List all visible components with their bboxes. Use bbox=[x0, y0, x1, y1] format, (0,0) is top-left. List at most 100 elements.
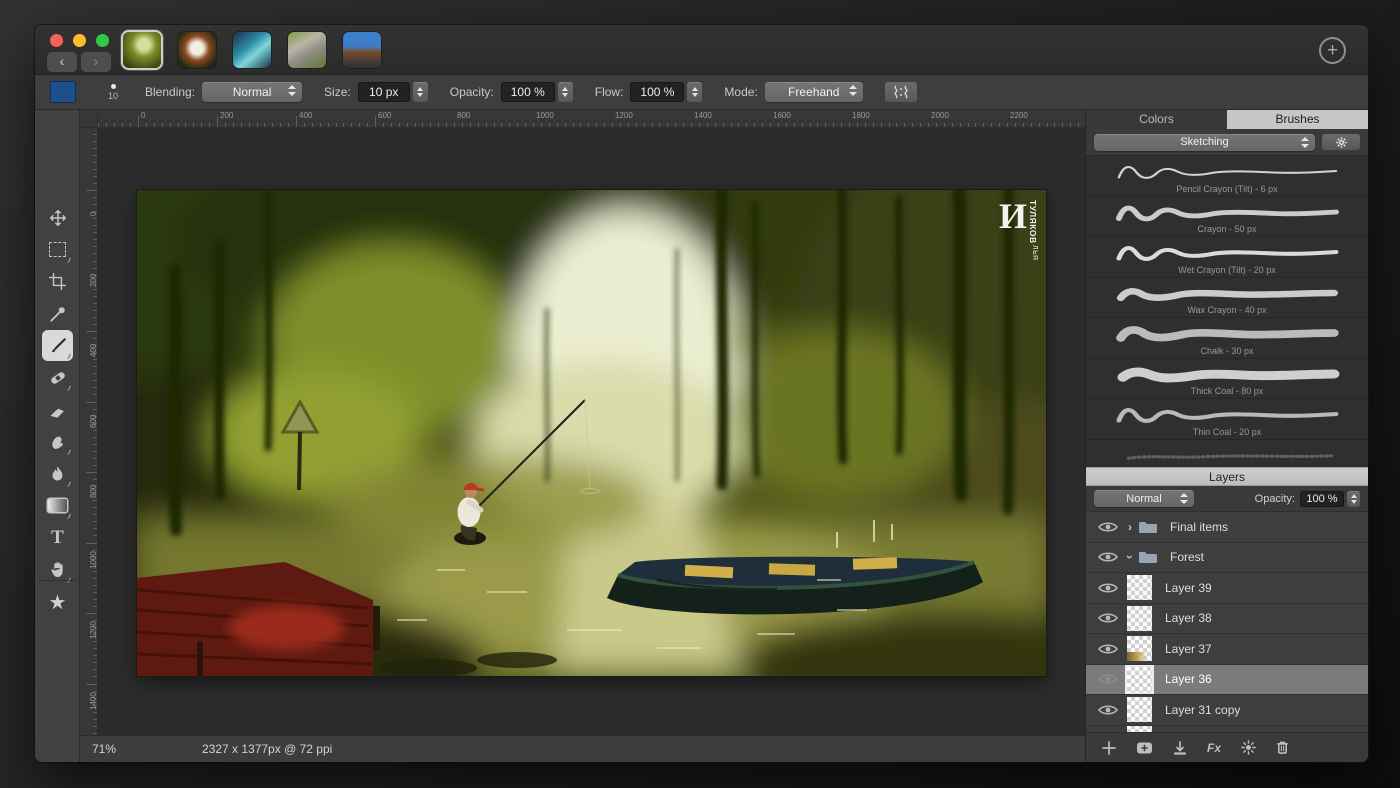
chevron-updown-icon bbox=[288, 85, 296, 99]
layer-row-layer-37[interactable]: Layer 37 bbox=[1086, 634, 1368, 665]
zoom-window-button[interactable] bbox=[96, 34, 109, 47]
visibility-eye-icon[interactable] bbox=[1098, 521, 1118, 533]
tab-brushes[interactable]: Brushes bbox=[1227, 110, 1368, 129]
brush-item[interactable]: Chalk - 30 px bbox=[1086, 318, 1368, 359]
brush-dot-icon bbox=[111, 84, 116, 89]
opacity-input[interactable]: 100 % bbox=[501, 82, 555, 102]
brush-tool[interactable] bbox=[42, 330, 73, 361]
disclosure-chevron-icon[interactable]: › bbox=[1124, 520, 1136, 534]
shapes-tool[interactable]: ★ bbox=[42, 587, 73, 618]
canvas-painting[interactable]: И ТУЛЯКОВ ЛЬЯ bbox=[137, 190, 1046, 676]
burn-tool[interactable] bbox=[42, 458, 73, 489]
brush-item[interactable]: Pencil Crayon (Tilt) - 6 px bbox=[1086, 156, 1368, 197]
mode-select[interactable]: Freehand bbox=[765, 82, 863, 102]
document-tab-forest-painting[interactable] bbox=[123, 32, 161, 68]
color-swatch[interactable] bbox=[50, 81, 76, 103]
sun-icon bbox=[1246, 745, 1251, 750]
marquee-icon bbox=[49, 242, 66, 257]
chevron-updown-icon bbox=[1180, 493, 1188, 507]
layers-panel-header: Layers bbox=[1086, 467, 1368, 486]
layer-effects-button[interactable]: Fx bbox=[1207, 741, 1221, 755]
minimize-window-button[interactable] bbox=[73, 34, 86, 47]
zoom-level[interactable]: 71% bbox=[92, 742, 202, 756]
crop-icon bbox=[48, 272, 67, 291]
brush-item[interactable] bbox=[1086, 440, 1368, 467]
close-window-button[interactable] bbox=[50, 34, 63, 47]
plus-icon bbox=[1103, 742, 1115, 754]
brush-stroke-preview bbox=[1109, 401, 1346, 427]
blending-select[interactable]: Normal bbox=[202, 82, 302, 102]
brush-stroke-preview bbox=[1109, 280, 1346, 306]
document-tab-blue-abstract[interactable] bbox=[233, 32, 271, 68]
size-stepper[interactable] bbox=[413, 82, 428, 102]
eyedropper-tool[interactable] bbox=[42, 298, 73, 329]
layer-opacity-label: Opacity: bbox=[1255, 493, 1295, 505]
brush-settings-button[interactable] bbox=[1322, 134, 1360, 150]
layer-opacity-stepper[interactable] bbox=[1347, 491, 1360, 507]
flow-stepper[interactable] bbox=[687, 82, 702, 102]
visibility-eye-icon[interactable] bbox=[1098, 704, 1118, 716]
star-icon: ★ bbox=[49, 590, 67, 615]
hand-icon bbox=[49, 560, 67, 579]
adjustments-button[interactable] bbox=[1241, 740, 1256, 755]
window-controls bbox=[50, 34, 109, 47]
layer-thumbnail bbox=[1127, 606, 1152, 631]
layer-row-forest[interactable]: › Forest bbox=[1086, 543, 1368, 574]
tab-colors[interactable]: Colors bbox=[1086, 110, 1227, 129]
gradient-tool[interactable] bbox=[42, 490, 73, 521]
import-layer-button[interactable] bbox=[1173, 741, 1187, 755]
brush-item[interactable]: Wax Crayon - 40 px bbox=[1086, 278, 1368, 319]
add-group-button[interactable] bbox=[1136, 741, 1153, 755]
mode-label: Mode: bbox=[724, 85, 757, 99]
layer-row-layer-31-copy[interactable]: Layer 31 copy bbox=[1086, 695, 1368, 726]
layer-row-layer-38[interactable]: Layer 38 bbox=[1086, 604, 1368, 635]
delete-layer-button[interactable] bbox=[1276, 740, 1289, 755]
brush-category-select[interactable]: Sketching bbox=[1094, 134, 1315, 151]
layer-row-layer-39[interactable]: Layer 39 bbox=[1086, 573, 1368, 604]
app-window: ‹ › + 10 Blending: Normal Size: 10 px Op… bbox=[35, 25, 1368, 762]
flow-label: Flow: bbox=[595, 85, 624, 99]
document-tab-volcano-landscape[interactable] bbox=[343, 32, 381, 68]
forward-button[interactable]: › bbox=[81, 52, 111, 72]
visibility-eye-icon[interactable] bbox=[1098, 551, 1118, 563]
document-tab-orchid-flower[interactable] bbox=[178, 32, 216, 68]
layer-thumbnail bbox=[1127, 636, 1152, 661]
brush-item[interactable]: Wet Crayon (Tilt) - 20 px bbox=[1086, 237, 1368, 278]
opacity-stepper[interactable] bbox=[558, 82, 573, 102]
document-tab-cat[interactable] bbox=[288, 32, 326, 68]
brush-item[interactable]: Thick Coal - 80 px bbox=[1086, 359, 1368, 400]
left-ruler[interactable]: 02004006008001000120014001600 bbox=[80, 128, 98, 735]
layer-blend-mode-select[interactable]: Normal bbox=[1094, 490, 1194, 507]
move-tool[interactable] bbox=[42, 202, 73, 233]
smudge-tool[interactable] bbox=[42, 426, 73, 457]
stroke-settings-button[interactable] bbox=[885, 82, 917, 102]
status-bar: 71% 2327 x 1377px @ 72 ppi bbox=[80, 735, 1085, 762]
brush-stroke-preview bbox=[1109, 320, 1346, 346]
visibility-eye-icon[interactable] bbox=[1098, 643, 1118, 655]
brush-stroke-preview bbox=[1109, 158, 1346, 184]
visibility-eye-icon[interactable] bbox=[1098, 612, 1118, 624]
type-tool[interactable]: T bbox=[42, 522, 73, 553]
document-info: 2327 x 1377px @ 72 ppi bbox=[202, 742, 332, 756]
crop-tool[interactable] bbox=[42, 266, 73, 297]
brush-item[interactable]: Crayon - 50 px bbox=[1086, 197, 1368, 238]
brush-item[interactable]: Thin Coal - 20 px bbox=[1086, 399, 1368, 440]
back-button[interactable]: ‹ bbox=[47, 52, 77, 72]
add-layer-button[interactable] bbox=[1102, 741, 1116, 755]
heal-tool[interactable] bbox=[42, 362, 73, 393]
add-document-button[interactable]: + bbox=[1319, 37, 1346, 64]
eraser-tool[interactable] bbox=[42, 394, 73, 425]
canvas-viewport[interactable]: И ТУЛЯКОВ ЛЬЯ bbox=[98, 128, 1085, 735]
layer-opacity-input[interactable]: 100 % bbox=[1300, 491, 1344, 507]
top-ruler[interactable]: 0200400600800100012001400160018002000220… bbox=[98, 110, 1085, 128]
flow-input[interactable]: 100 % bbox=[630, 82, 684, 102]
disclosure-chevron-icon[interactable]: › bbox=[1123, 551, 1137, 563]
visibility-eye-icon[interactable] bbox=[1098, 673, 1118, 685]
visibility-eye-icon[interactable] bbox=[1098, 582, 1118, 594]
eyedropper-icon bbox=[49, 305, 67, 323]
size-input[interactable]: 10 px bbox=[358, 82, 410, 102]
marquee-tool[interactable] bbox=[42, 234, 73, 265]
layer-row-layer-36[interactable]: Layer 36 bbox=[1086, 665, 1368, 696]
layer-row-final-items[interactable]: › Final items bbox=[1086, 512, 1368, 543]
download-arrow-icon bbox=[1177, 742, 1183, 751]
